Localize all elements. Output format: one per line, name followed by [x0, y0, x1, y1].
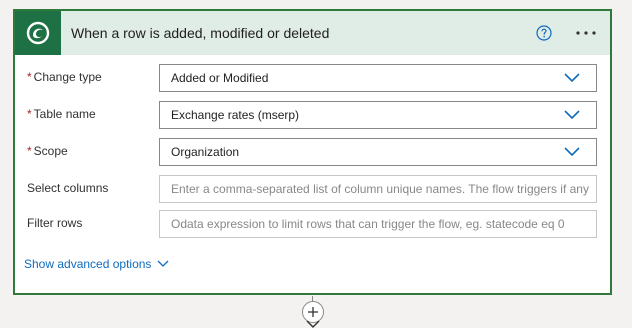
- field-label-text: Scope: [33, 144, 68, 158]
- select-columns-input[interactable]: Enter a comma-separated list of column u…: [159, 175, 597, 203]
- scope-dropdown[interactable]: Organization: [159, 138, 597, 166]
- field-label: * Scope: [27, 138, 68, 168]
- field-row-table-name: * Table name Exchange rates (mserp): [27, 101, 599, 131]
- show-advanced-options-link[interactable]: Show advanced options: [24, 257, 169, 271]
- trigger-card: When a row is added, modified or deleted…: [13, 9, 612, 295]
- dropdown-value: Organization: [171, 145, 240, 159]
- change-type-dropdown[interactable]: Added or Modified: [159, 64, 597, 92]
- advanced-options-label: Show advanced options: [24, 257, 152, 271]
- dataverse-logo-icon: [15, 11, 61, 55]
- plus-icon: [308, 307, 318, 317]
- field-label: * Change type: [27, 64, 102, 94]
- table-name-dropdown[interactable]: Exchange rates (mserp): [159, 101, 597, 129]
- field-label: Filter rows: [27, 216, 83, 230]
- required-marker: *: [27, 70, 32, 84]
- chevron-down-icon: [564, 110, 580, 120]
- chevron-down-icon: [564, 147, 580, 157]
- field-row-change-type: * Change type Added or Modified: [27, 64, 599, 94]
- required-marker: *: [27, 144, 32, 158]
- field-label: * Table name: [27, 101, 96, 131]
- ellipsis-icon[interactable]: [572, 21, 600, 45]
- field-row-scope: * Scope Organization: [27, 138, 599, 168]
- field-label-text: Table name: [33, 107, 96, 121]
- question-circle-icon[interactable]: [536, 25, 552, 41]
- chevron-down-icon: [157, 260, 169, 267]
- required-marker: *: [27, 107, 32, 121]
- field-label: Select columns: [27, 181, 109, 195]
- arrow-down-icon: [306, 320, 320, 328]
- dropdown-value: Added or Modified: [171, 71, 269, 85]
- dropdown-value: Exchange rates (mserp): [171, 108, 300, 122]
- trigger-title: When a row is added, modified or deleted: [71, 25, 330, 41]
- field-row-select-columns: Select columns Enter a comma-separated l…: [27, 175, 599, 205]
- field-row-filter-rows: Filter rows Odata expression to limit ro…: [27, 210, 599, 240]
- field-label-text: Change type: [33, 70, 102, 84]
- chevron-down-icon: [564, 73, 580, 83]
- trigger-header[interactable]: When a row is added, modified or deleted: [15, 11, 610, 55]
- filter-rows-input[interactable]: Odata expression to limit rows that can …: [159, 210, 597, 238]
